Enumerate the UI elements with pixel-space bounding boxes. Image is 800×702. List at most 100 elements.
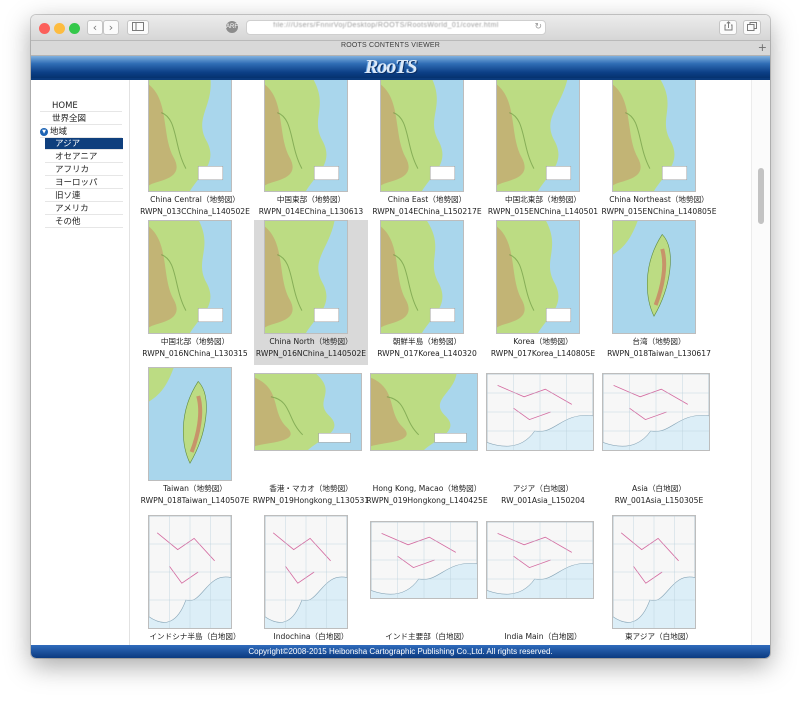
map-title: India Main（白地図） bbox=[504, 632, 582, 641]
map-item[interactable]: 香港・マカオ（地勢図） RWPN_019Hongkong_L130531 bbox=[253, 367, 369, 512]
map-title: 中国北部（地勢図） bbox=[160, 337, 230, 346]
map-thumbnail[interactable] bbox=[264, 80, 348, 192]
map-item[interactable]: Indochina（白地図） RW_002Indochina_L150217E bbox=[254, 515, 368, 645]
map-thumbnail[interactable] bbox=[254, 373, 362, 451]
copyright-footer: Copyright©2008-2015 Heibonsha Cartograph… bbox=[31, 645, 770, 658]
map-item[interactable]: 中国北東部（地勢図） RWPN_015ENChina_L140501 bbox=[486, 80, 600, 223]
map-item[interactable]: India Main（白地図） RW_003MainIndia_L140507E bbox=[486, 515, 600, 645]
nav-sub-item[interactable]: アメリカ bbox=[45, 203, 123, 215]
map-thumbnail[interactable] bbox=[148, 220, 232, 334]
minimize-window-button[interactable] bbox=[54, 23, 65, 34]
map-file-code: RWPN_018Taiwan_L130617 bbox=[607, 349, 711, 358]
map-item[interactable]: China Central（地勢図） RWPN_013CChina_L14050… bbox=[138, 80, 252, 223]
address-text: file:///Users/FnnirVoj/Desktop/ROOTS/Roo… bbox=[273, 22, 499, 29]
map-item[interactable]: 朝鮮半島（地勢図） RWPN_017Korea_L140320 bbox=[370, 220, 484, 365]
map-title: 台湾（地勢図） bbox=[632, 337, 686, 346]
map-thumbnail[interactable] bbox=[148, 80, 232, 192]
nav-home[interactable]: HOME bbox=[40, 100, 122, 112]
map-title: Taiwan（地勢図） bbox=[163, 484, 227, 493]
nav-sub-item[interactable]: ヨーロッパ bbox=[45, 177, 123, 189]
map-title: Hong Kong, Macao（地勢図） bbox=[372, 484, 482, 493]
map-thumbnail[interactable] bbox=[612, 515, 696, 629]
relief-map-thumbnail bbox=[149, 221, 231, 333]
map-thumbnail[interactable] bbox=[380, 220, 464, 334]
nav-sub-item[interactable]: その他 bbox=[45, 216, 123, 228]
app-body: HOME 世界全図 ▼ 地域 アジア オセアニア アフリカ ヨーロッパ 旧ソ連 アメリカ その… bbox=[31, 80, 770, 645]
address-bar[interactable]: file:///Users/FnnirVoj/Desktop/ROOTS/Roo… bbox=[246, 20, 546, 35]
map-thumbnail[interactable] bbox=[264, 220, 348, 334]
zoom-window-button[interactable] bbox=[69, 23, 80, 34]
map-thumbnail[interactable] bbox=[370, 373, 478, 451]
new-tab-button[interactable]: + bbox=[758, 41, 767, 55]
map-thumbnail[interactable] bbox=[370, 521, 478, 599]
blank-map-thumbnail bbox=[613, 516, 695, 628]
app-header: RooTS bbox=[31, 56, 770, 80]
map-thumbnail[interactable] bbox=[612, 220, 696, 334]
scroll-thumb[interactable] bbox=[758, 168, 764, 224]
tabs-overview-button[interactable] bbox=[743, 20, 761, 35]
map-item[interactable]: インド主要部（白地図） RW_003MainIndia_L130323 bbox=[370, 515, 484, 645]
nav-world-map[interactable]: 世界全図 bbox=[40, 113, 122, 125]
map-thumbnail[interactable] bbox=[602, 373, 710, 451]
sidebar-icon bbox=[132, 22, 144, 31]
map-thumbnail[interactable] bbox=[486, 373, 594, 451]
browser-window: ‹ › ARF file:///Users/FnnirVoj/Desktop/R… bbox=[31, 15, 770, 658]
map-item[interactable]: 台湾（地勢図） RWPN_018Taiwan_L130617 bbox=[602, 220, 716, 365]
map-file-code: RWPN_018Taiwan_L140507E bbox=[140, 496, 250, 505]
site-badge-icon: ARF bbox=[226, 21, 238, 33]
map-gallery: China Central（地勢図） RWPN_013CChina_L14050… bbox=[130, 80, 751, 645]
back-button[interactable]: ‹ bbox=[87, 20, 103, 35]
nav-region[interactable]: ▼ 地域 bbox=[40, 126, 122, 138]
map-thumbnail[interactable] bbox=[148, 515, 232, 629]
map-item[interactable]: 東アジア（白地図） RW_004EAsia_L130323 bbox=[602, 515, 716, 645]
map-thumbnail[interactable] bbox=[486, 521, 594, 599]
map-thumbnail[interactable] bbox=[496, 80, 580, 192]
map-file-code: RWPN_016NChina_L130315 bbox=[142, 349, 248, 358]
map-title: Korea（地勢図） bbox=[513, 337, 573, 346]
map-item[interactable]: アジア（白地図） RW_001Asia_L150204 bbox=[486, 367, 600, 512]
close-window-button[interactable] bbox=[39, 23, 50, 34]
map-thumbnail[interactable] bbox=[612, 80, 696, 192]
map-title: Asia（白地図） bbox=[632, 484, 686, 493]
map-title: 中国北東部（地勢図） bbox=[505, 195, 581, 204]
map-file-code: RWPN_019Hongkong_L130531 bbox=[252, 496, 370, 505]
blank-map-thumbnail bbox=[487, 522, 593, 598]
map-item[interactable]: 中国北部（地勢図） RWPN_016NChina_L130315 bbox=[138, 220, 252, 365]
nav-sub-item[interactable]: アジア bbox=[45, 138, 123, 150]
map-item[interactable]: Asia（白地図） RW_001Asia_L150305E bbox=[602, 367, 716, 512]
map-file-code: RWPN_017Korea_L140320 bbox=[377, 349, 477, 358]
nav-sub-item[interactable]: 旧ソ連 bbox=[45, 190, 123, 202]
reload-icon[interactable]: ↻ bbox=[534, 21, 542, 34]
sidebar-toggle-button[interactable] bbox=[127, 20, 149, 35]
map-item[interactable]: 中国東部（地勢図） RWPN_014EChina_L130613 bbox=[254, 80, 368, 223]
map-thumbnail[interactable] bbox=[148, 367, 232, 481]
relief-map-thumbnail bbox=[149, 80, 231, 191]
map-title: 香港・マカオ（地勢図） bbox=[269, 484, 353, 493]
chevron-down-icon: ▼ bbox=[40, 127, 48, 136]
map-item[interactable]: China North（地勢図） RWPN_016NChina_L140502E bbox=[254, 220, 368, 365]
map-thumbnail[interactable] bbox=[380, 80, 464, 192]
map-thumbnail[interactable] bbox=[496, 220, 580, 334]
tab-title[interactable]: ROOTS CONTENTS VIEWER bbox=[31, 42, 750, 49]
map-item[interactable]: Korea（地勢図） RWPN_017Korea_L140805E bbox=[486, 220, 600, 365]
map-thumbnail[interactable] bbox=[264, 515, 348, 629]
map-file-code: RWPN_015ENChina_L140805E bbox=[601, 207, 717, 216]
map-item[interactable]: China East（地勢図） RWPN_014EChina_L150217E bbox=[370, 80, 484, 223]
map-item[interactable]: Taiwan（地勢図） RWPN_018Taiwan_L140507E bbox=[138, 367, 252, 512]
map-item[interactable]: Hong Kong, Macao（地勢図） RWPN_019Hongkong_L… bbox=[366, 367, 488, 512]
roots-logo: RooTS bbox=[365, 56, 418, 78]
vertical-scrollbar[interactable] bbox=[751, 80, 770, 645]
blank-map-thumbnail bbox=[371, 522, 477, 598]
taiwan-relief-thumbnail bbox=[149, 368, 231, 480]
nav-sub-item[interactable]: アフリカ bbox=[45, 164, 123, 176]
map-title: China Northeast（地勢図） bbox=[609, 195, 709, 204]
relief-map-thumbnail bbox=[497, 221, 579, 333]
share-button[interactable] bbox=[719, 20, 737, 35]
map-file-code: RW_001Asia_L150305E bbox=[614, 496, 704, 505]
forward-button[interactable]: › bbox=[103, 20, 119, 35]
map-item[interactable]: China Northeast（地勢図） RWPN_015ENChina_L14… bbox=[601, 80, 717, 223]
map-item[interactable]: インドシナ半島（白地図） RW_002Indochina_L130323 bbox=[138, 515, 252, 645]
taiwan-relief-thumbnail bbox=[613, 221, 695, 333]
map-file-code: RWPN_016NChina_L140502E bbox=[255, 349, 367, 358]
nav-sub-item[interactable]: オセアニア bbox=[45, 151, 123, 163]
